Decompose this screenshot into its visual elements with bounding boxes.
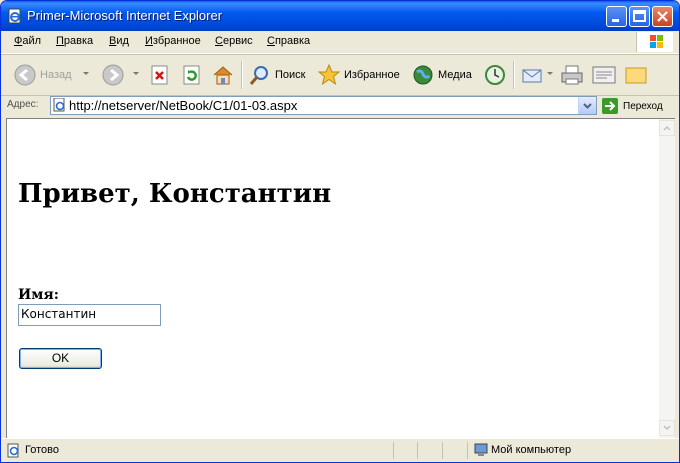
address-label: Адрес: (7, 99, 39, 110)
go-button[interactable]: Переход (601, 97, 663, 115)
mail-envelope-icon (522, 69, 542, 83)
favorites-star-icon (317, 63, 341, 86)
mail-button[interactable] (520, 59, 546, 91)
search-button[interactable]: Поиск (248, 59, 305, 91)
stop-button[interactable] (149, 59, 171, 91)
menu-file[interactable]: Файл (14, 35, 41, 47)
forward-dropdown-icon[interactable] (133, 72, 139, 75)
status-divider (393, 442, 394, 459)
vertical-scrollbar[interactable] (659, 118, 675, 438)
status-divider (417, 442, 418, 459)
window-title: Primer-Microsoft Internet Explorer (27, 8, 223, 23)
windows-logo (636, 32, 673, 52)
page-done-icon (7, 443, 19, 458)
scroll-down-button[interactable] (659, 420, 675, 436)
home-icon (213, 66, 233, 85)
address-input[interactable]: http://netserver/NetBook/C1/01-03.aspx (50, 96, 597, 115)
edit-button[interactable] (591, 59, 617, 91)
home-button[interactable] (211, 59, 235, 91)
toolbar-separator (241, 61, 243, 89)
computer-icon (474, 443, 488, 456)
refresh-button[interactable] (181, 59, 203, 91)
minimize-button[interactable] (606, 6, 627, 27)
forward-arrow-icon (102, 64, 124, 86)
history-button[interactable] (483, 59, 507, 91)
scroll-up-button[interactable] (659, 120, 675, 136)
address-bar: Адрес: http://netserver/NetBook/C1/01-03… (1, 95, 679, 117)
menu-edit[interactable]: Правка (56, 35, 93, 47)
go-arrow-icon (602, 98, 618, 114)
browser-window: Primer-Microsoft Internet Explorer Файл … (0, 0, 680, 463)
back-button[interactable]: Назад (13, 59, 72, 91)
favorites-button[interactable]: Избранное (317, 59, 400, 91)
close-button[interactable] (652, 6, 673, 27)
search-icon (249, 66, 268, 85)
name-label: Имя: (18, 287, 59, 303)
mail-dropdown-icon[interactable] (547, 72, 553, 75)
history-clock-icon (485, 65, 505, 85)
chevron-down-icon (583, 103, 592, 109)
title-bar[interactable]: Primer-Microsoft Internet Explorer (1, 1, 679, 31)
address-dropdown-button[interactable] (578, 97, 596, 114)
messenger-button[interactable] (623, 59, 649, 91)
back-arrow-icon (14, 64, 36, 86)
page-heading: Привет, Константин (18, 179, 332, 209)
folder-icon (625, 67, 647, 84)
back-dropdown-icon[interactable] (83, 72, 89, 75)
close-icon (657, 11, 668, 22)
printer-icon (561, 65, 583, 85)
media-button[interactable]: Медиа (411, 59, 472, 91)
status-bar: Готово Мой компьютер (1, 438, 679, 462)
status-zone: Мой компьютер (491, 444, 572, 456)
status-divider (467, 442, 468, 459)
ie-page-icon (53, 98, 65, 112)
print-button[interactable] (559, 59, 585, 91)
menu-favorites[interactable]: Избранное (145, 35, 201, 47)
minimize-icon (612, 19, 619, 22)
toolbar-separator (513, 61, 515, 89)
maximize-button[interactable] (629, 6, 650, 27)
name-input[interactable]: Константин (18, 304, 161, 326)
refresh-icon (183, 65, 200, 85)
ie-page-icon (8, 8, 21, 24)
menu-help[interactable]: Справка (267, 35, 310, 47)
ok-button[interactable]: OK (19, 348, 102, 369)
chevron-down-icon (663, 425, 671, 431)
edit-page-icon (592, 66, 616, 84)
stop-icon (151, 65, 168, 85)
toolbar: Назад Поиск Избранное Медиа (1, 54, 679, 96)
status-text: Готово (25, 444, 59, 456)
page-content: Привет, Константин Имя: Константин OK (6, 118, 660, 438)
menu-bar: Файл Правка Вид Избранное Сервис Справка (1, 31, 679, 54)
media-globe-icon (413, 65, 433, 85)
address-url: http://netserver/NetBook/C1/01-03.aspx (69, 98, 298, 113)
menu-tools[interactable]: Сервис (215, 35, 253, 47)
chevron-up-icon (663, 125, 671, 131)
menu-view[interactable]: Вид (109, 35, 129, 47)
status-divider (442, 442, 443, 459)
forward-button[interactable] (101, 59, 125, 91)
windows-flag-icon (650, 35, 663, 48)
maximize-icon (633, 10, 646, 22)
